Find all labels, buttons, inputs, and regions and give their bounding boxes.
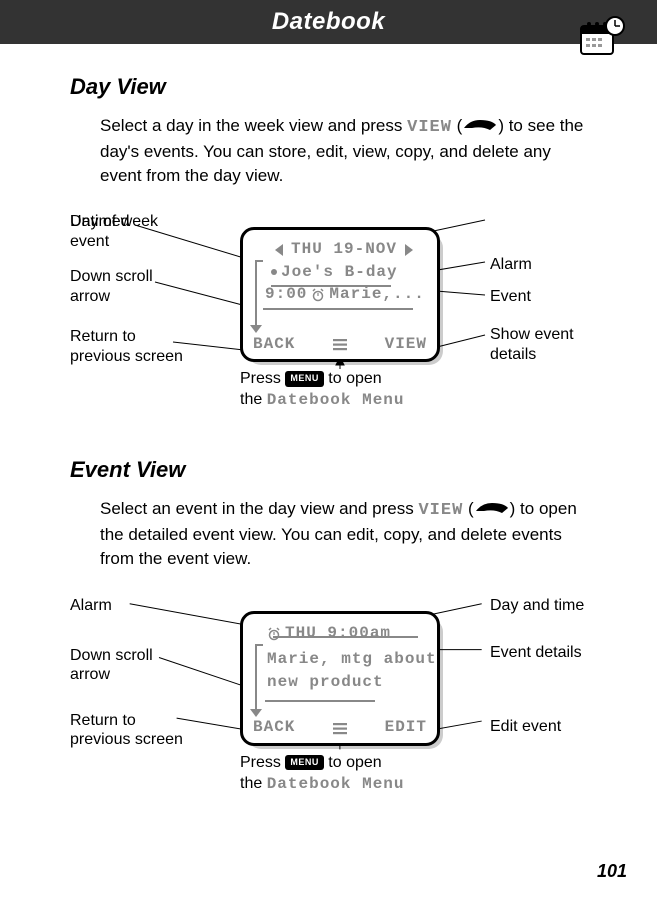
callout-edit-event: Edit event: [490, 717, 561, 736]
callout-alarm: Alarm: [490, 255, 532, 274]
event-view-para: Select an event in the day view and pres…: [100, 497, 597, 570]
alarm-icon-2: [267, 626, 281, 640]
callout-alarm-2: Alarm: [70, 596, 112, 615]
down-scroll-arrow-icon: [251, 260, 261, 333]
callout-return-2: Return toprevious screen: [70, 711, 183, 749]
screen-daytime: THU 9:00am: [285, 622, 391, 644]
phone-screen-day: THU 19-NOV Joe's B-day 9:00 Marie,...: [240, 227, 440, 362]
header-bar: Datebook: [0, 0, 657, 44]
phone-screen-event: THU 9:00am Marie, mtg about new product …: [240, 611, 440, 746]
day-view-para: Select a day in the week view and press …: [100, 114, 597, 187]
page-number: 101: [597, 861, 627, 882]
day-view-heading: Day View: [70, 74, 597, 100]
edit-softkey: EDIT: [385, 716, 427, 738]
alarm-icon: [311, 287, 325, 301]
day-view-diagram: THU 19-NOV Joe's B-day 9:00 Marie,...: [70, 207, 600, 427]
callout-day-time: Day and time: [490, 596, 584, 615]
callout-day-of-week: Day of week: [70, 212, 158, 231]
right-softkey-icon: [462, 115, 498, 129]
event-view-heading: Event View: [70, 457, 597, 483]
menu-caption: Press MENU to openthe Datebook Menu: [240, 369, 405, 411]
callout-down-scroll-2: Down scrollarrow: [70, 646, 153, 684]
callout-down-scroll: Down scrollarrow: [70, 267, 153, 305]
menu-icon: [332, 337, 348, 351]
back-softkey: BACK: [253, 333, 295, 355]
menu-caption-2: Press MENU to openthe Datebook Menu: [240, 753, 405, 795]
menu-key-icon: MENU: [285, 371, 324, 387]
callout-event: Event: [490, 287, 531, 306]
callout-event-details: Event details: [490, 643, 582, 662]
callout-show-details: Show eventdetails: [490, 325, 574, 363]
screen-date: THU 19-NOV: [291, 238, 397, 260]
untimed-event-text: Joe's B-day: [281, 261, 398, 283]
event-detail-line2: new product: [267, 671, 384, 693]
nav-right-icon: [405, 244, 413, 256]
bullet-icon: [271, 269, 277, 275]
view-softkey-text: VIEW: [407, 118, 452, 137]
view-softkey: VIEW: [385, 333, 427, 355]
event-detail-line1: Marie, mtg about: [267, 648, 437, 670]
view-softkey-text-2: VIEW: [418, 501, 463, 520]
callout-return: Return toprevious screen: [70, 327, 183, 365]
right-softkey-icon-2: [474, 498, 510, 512]
datebook-icon: [577, 16, 627, 60]
menu-icon-2: [332, 721, 348, 735]
back-softkey-2: BACK: [253, 716, 295, 738]
page-title: Datebook: [272, 8, 385, 36]
down-scroll-arrow-icon-2: [251, 644, 261, 717]
menu-key-icon-2: MENU: [285, 755, 324, 771]
event-view-diagram: THU 9:00am Marie, mtg about new product …: [70, 591, 600, 816]
nav-left-icon: [275, 244, 283, 256]
